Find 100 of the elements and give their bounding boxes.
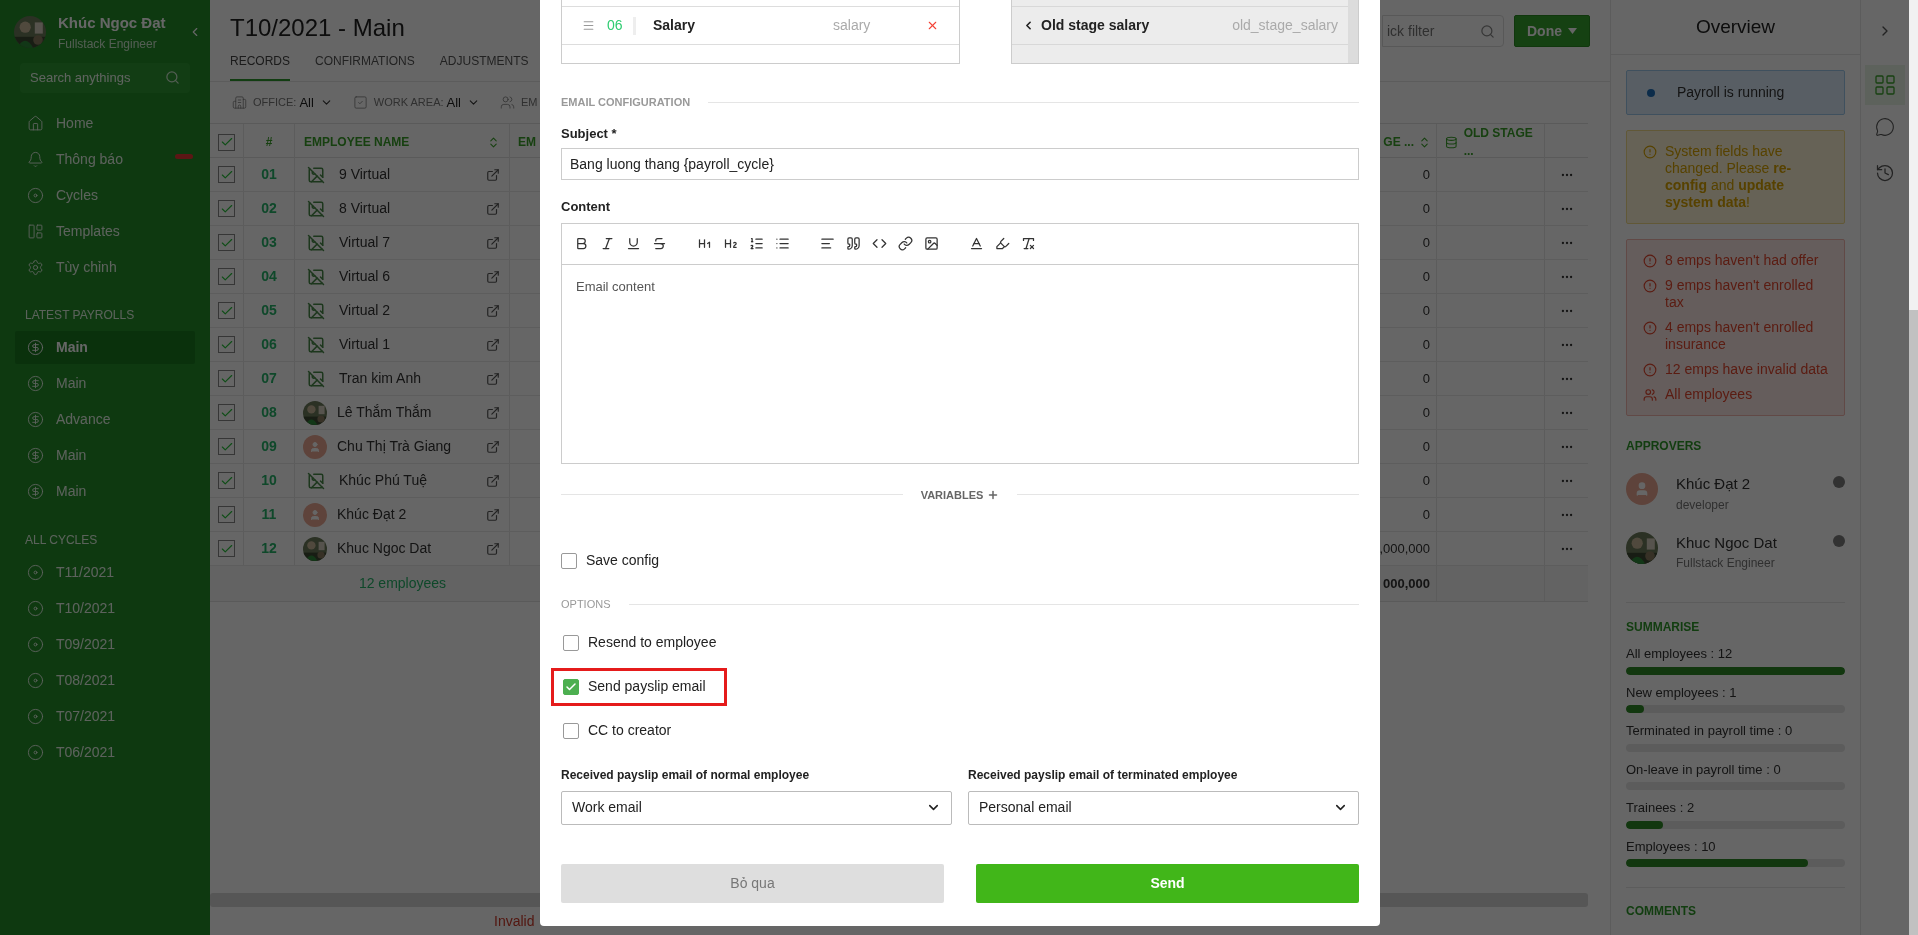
- strikethrough-icon[interactable]: [652, 236, 667, 251]
- employee-name[interactable]: Lê Thắm Thắm: [337, 402, 476, 423]
- code-icon[interactable]: [872, 236, 887, 251]
- external-link-icon[interactable]: [486, 337, 500, 352]
- external-link-icon[interactable]: [486, 303, 500, 318]
- underline-icon[interactable]: [626, 236, 641, 251]
- select-field[interactable]: Work email: [561, 790, 952, 825]
- nav-item[interactable]: Cycles: [15, 180, 195, 211]
- text-color-icon[interactable]: [969, 236, 984, 251]
- grid-tab[interactable]: [1865, 65, 1905, 105]
- issue-link[interactable]: 12 emps have invalid data: [1643, 361, 1828, 378]
- row-checkbox[interactable]: [218, 200, 235, 217]
- row-checkbox[interactable]: [218, 133, 235, 151]
- employee-name[interactable]: Khuc Ngoc Dat: [337, 538, 476, 559]
- row-checkbox[interactable]: [218, 438, 235, 455]
- page-scrollbar[interactable]: [1909, 0, 1918, 935]
- row-checkbox[interactable]: [218, 336, 235, 353]
- sort-icon[interactable]: [1418, 135, 1431, 149]
- checkbox-option[interactable]: Resend to employee: [563, 632, 717, 653]
- external-link-icon[interactable]: [486, 473, 500, 488]
- nav-item[interactable]: Thông báo: [15, 144, 195, 175]
- nav-item[interactable]: T09/2021: [15, 627, 195, 661]
- employee-name[interactable]: Virtual 6: [339, 266, 476, 287]
- nav-item[interactable]: T10/2021: [15, 591, 195, 625]
- row-checkbox[interactable]: [218, 506, 235, 523]
- history-icon[interactable]: [1875, 163, 1895, 183]
- external-link-icon[interactable]: [486, 405, 500, 420]
- issue-link[interactable]: 9 emps haven't enrolled tax: [1643, 277, 1828, 311]
- row-checkbox[interactable]: [218, 404, 235, 421]
- employee-name[interactable]: 9 Virtual: [339, 164, 476, 185]
- column-header[interactable]: GE ...: [1383, 133, 1414, 151]
- checkbox-option[interactable]: CC to creator: [563, 720, 672, 741]
- employee-name[interactable]: Virtual 2: [339, 300, 476, 321]
- nav-item[interactable]: T07/2021: [15, 699, 195, 733]
- column-header[interactable]: EMPLOYEE NAME: [304, 133, 410, 151]
- nav-item[interactable]: Home: [15, 108, 195, 139]
- row-checkbox[interactable]: [218, 268, 235, 285]
- italic-icon[interactable]: [600, 236, 615, 251]
- external-link-icon[interactable]: [486, 439, 500, 454]
- bullet-list-icon[interactable]: [775, 236, 790, 251]
- send-button[interactable]: Send: [976, 863, 1359, 903]
- heading-two-icon[interactable]: [723, 236, 738, 251]
- employee-name[interactable]: Tran kim Anh: [339, 368, 476, 389]
- issue-link[interactable]: 4 emps haven't enrolled insurance: [1643, 319, 1828, 353]
- issue-link[interactable]: 8 emps haven't had offer: [1643, 252, 1828, 269]
- checkbox[interactable]: [563, 634, 579, 651]
- row-checkbox[interactable]: [218, 166, 235, 183]
- heading-one-icon[interactable]: [697, 236, 712, 251]
- nav-item[interactable]: Tùy chỉnh: [15, 252, 195, 283]
- employee-name[interactable]: Virtual 1: [339, 334, 476, 355]
- bold-icon[interactable]: [574, 236, 589, 251]
- rich-text-editor[interactable]: Email content: [561, 222, 1359, 464]
- external-link-icon[interactable]: [486, 235, 500, 250]
- select-field[interactable]: Personal email: [968, 790, 1359, 825]
- clear-format-icon[interactable]: [1021, 236, 1036, 251]
- employee-name[interactable]: 8 Virtual: [339, 198, 476, 219]
- variables-toggle[interactable]: VARIABLES: [920, 486, 1000, 503]
- row-checkbox[interactable]: [218, 540, 235, 557]
- subject-field[interactable]: Bang luong thang {payroll_cycle}: [561, 148, 1359, 180]
- checkbox-option[interactable]: Save config: [561, 550, 660, 571]
- column-header[interactable]: EM: [518, 133, 536, 151]
- checkbox[interactable]: [561, 552, 577, 569]
- row-checkbox[interactable]: [218, 370, 235, 387]
- checkbox-option[interactable]: Send payslip email: [563, 676, 706, 697]
- employee-name[interactable]: Khúc Đạt 2: [337, 504, 476, 525]
- external-link-icon[interactable]: [486, 541, 500, 556]
- external-link-icon[interactable]: [486, 269, 500, 284]
- row-checkbox[interactable]: [218, 234, 235, 251]
- nav-item[interactable]: Main: [15, 330, 195, 364]
- nav-item[interactable]: T11/2021: [15, 555, 195, 589]
- nav-item[interactable]: Main: [15, 474, 195, 508]
- external-link-icon[interactable]: [486, 371, 500, 386]
- column-header[interactable]: OLD STAGE ...: [1463, 124, 1544, 160]
- tab[interactable]: ADJUSTMENTS: [439, 52, 529, 81]
- external-link-icon[interactable]: [486, 167, 500, 182]
- row-checkbox[interactable]: [218, 472, 235, 489]
- cancel-button[interactable]: Bỏ qua: [561, 863, 944, 903]
- tab[interactable]: CONFIRMATIONS: [315, 52, 415, 81]
- row-checkbox[interactable]: [218, 302, 235, 319]
- checkbox[interactable]: [563, 678, 579, 695]
- drag-handle-icon[interactable]: [582, 19, 595, 32]
- checkbox[interactable]: [563, 722, 579, 739]
- link-icon[interactable]: [898, 236, 913, 251]
- nav-item[interactable]: T06/2021: [15, 735, 195, 769]
- nav-item[interactable]: Main: [15, 438, 195, 472]
- nav-item[interactable]: T08/2021: [15, 663, 195, 697]
- quote-icon[interactable]: [846, 236, 861, 251]
- employee-name[interactable]: Khúc Phú Tuệ: [339, 470, 476, 491]
- align-left-icon[interactable]: [820, 236, 835, 251]
- image-icon[interactable]: [924, 236, 939, 251]
- search-field[interactable]: Search anythings: [20, 62, 190, 93]
- tab[interactable]: RECORDS: [230, 52, 290, 81]
- email-content-field[interactable]: Email content: [562, 264, 1358, 463]
- highlighter-icon[interactable]: [995, 236, 1010, 251]
- info-bubble-icon[interactable]: [1875, 117, 1895, 137]
- employee-name[interactable]: Virtual 7: [339, 232, 476, 253]
- nav-item[interactable]: Templates: [15, 216, 195, 247]
- done-button[interactable]: Done: [1514, 15, 1590, 47]
- sort-icon[interactable]: [487, 135, 500, 149]
- external-link-icon[interactable]: [486, 201, 500, 216]
